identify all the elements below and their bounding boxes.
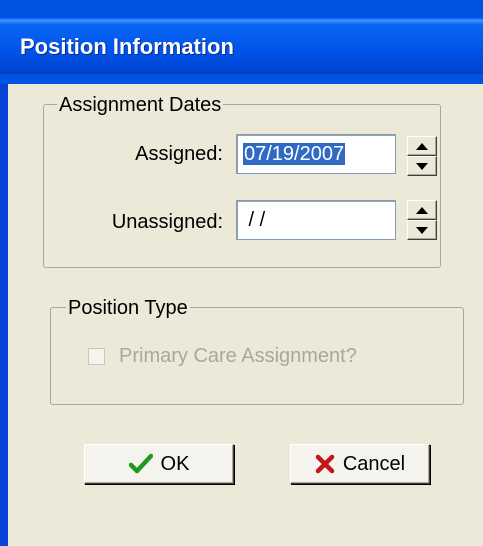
window-left-edge xyxy=(0,84,8,546)
dialog-title: Position Information xyxy=(20,34,234,59)
ok-button-label: OK xyxy=(160,452,190,475)
position-type-legend: Position Type xyxy=(66,297,190,320)
assigned-spin-up-button[interactable] xyxy=(407,136,437,156)
assignment-dates-group xyxy=(43,104,441,268)
unassigned-date-spinner[interactable] xyxy=(407,200,437,240)
x-icon xyxy=(315,454,335,474)
arrow-down-icon xyxy=(416,226,428,234)
primary-care-checkbox[interactable] xyxy=(88,348,105,365)
assigned-date-input[interactable]: 07/19/2007 xyxy=(236,134,396,174)
arrow-down-icon xyxy=(416,162,428,170)
primary-care-label[interactable]: Primary Care Assignment? xyxy=(119,345,357,368)
assigned-label: Assigned: xyxy=(135,143,223,165)
unassigned-spin-down-button[interactable] xyxy=(407,220,437,240)
title-bar[interactable]: Position Information xyxy=(0,0,483,84)
assigned-spin-down-button[interactable] xyxy=(407,156,437,176)
ok-button[interactable]: OK xyxy=(84,444,234,484)
cancel-button-label: Cancel xyxy=(342,452,406,475)
unassigned-label: Unassigned: xyxy=(111,211,223,233)
position-information-dialog: Position Information Assignment Dates As… xyxy=(0,0,483,546)
assigned-date-spinner[interactable] xyxy=(407,136,437,176)
assignment-dates-legend: Assignment Dates xyxy=(57,94,224,117)
arrow-up-icon xyxy=(416,206,428,214)
checkmark-icon xyxy=(128,453,153,475)
unassigned-date-input[interactable]: / / xyxy=(236,200,396,240)
cancel-button[interactable]: Cancel xyxy=(290,444,430,484)
unassigned-spin-up-button[interactable] xyxy=(407,200,437,220)
assigned-date-value: 07/19/2007 xyxy=(243,143,346,165)
arrow-up-icon xyxy=(416,142,428,150)
